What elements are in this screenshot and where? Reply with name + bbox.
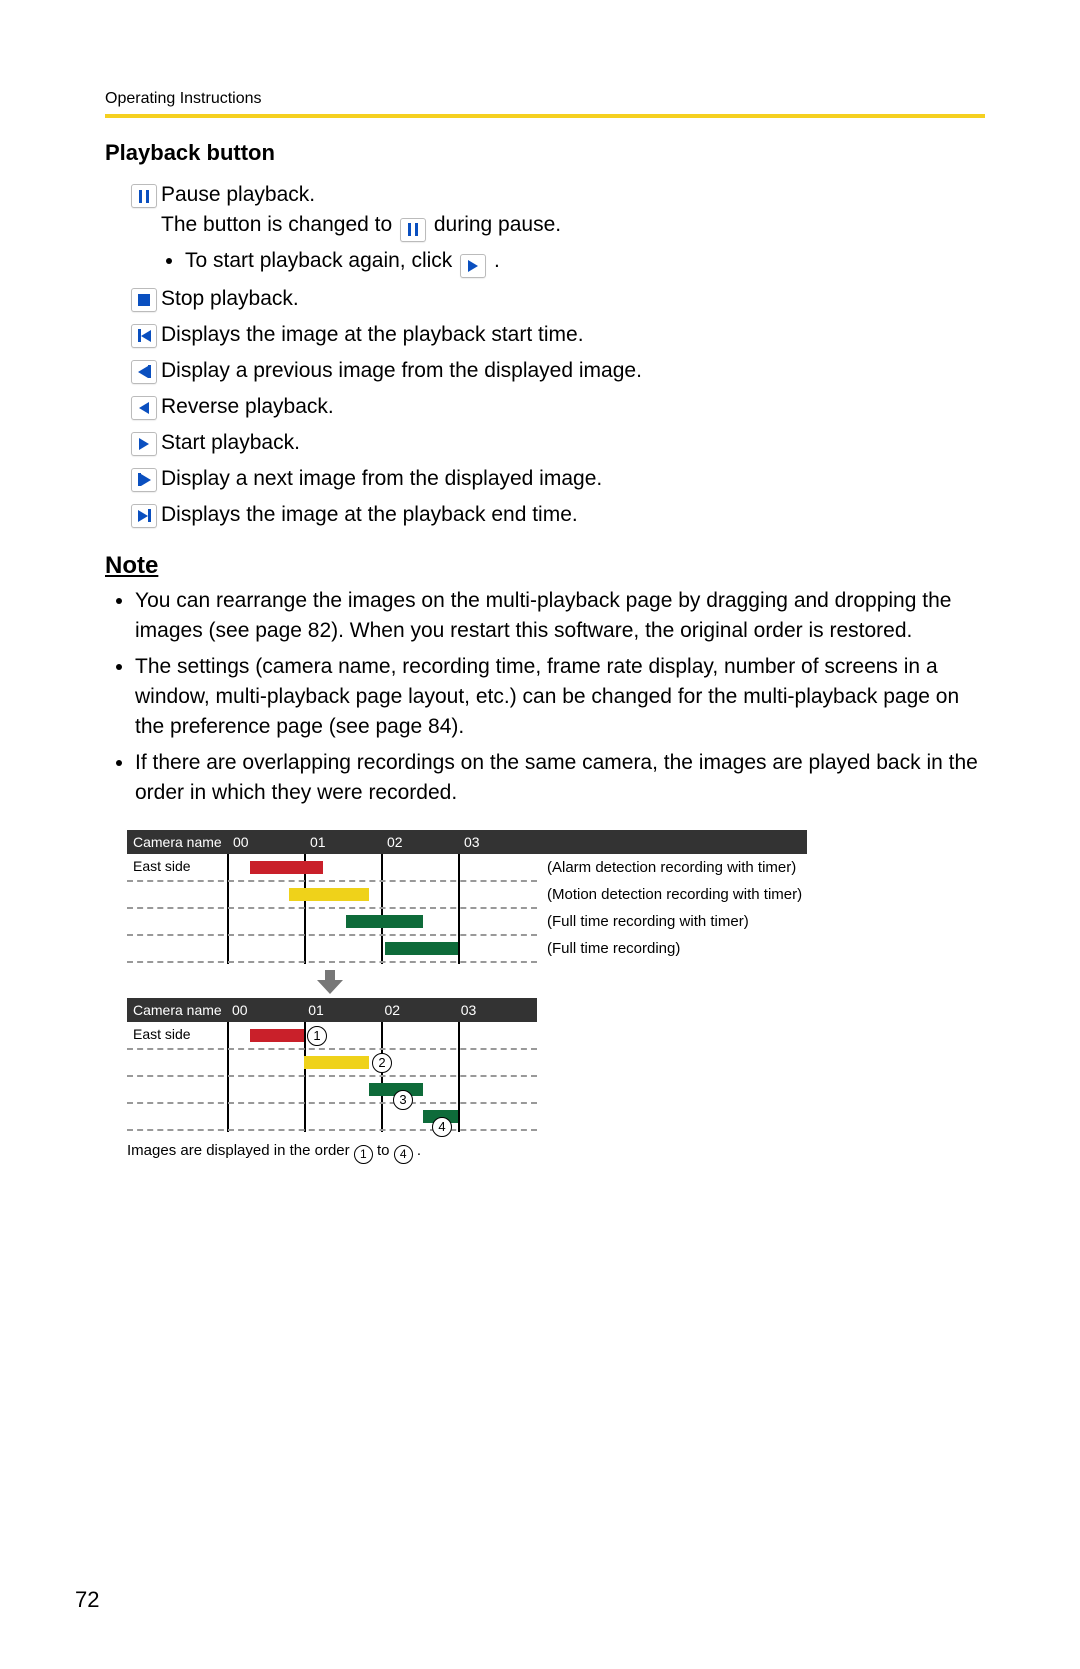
row-play: Start playback. xyxy=(127,428,985,458)
next-image-desc: Display a next image from the displayed … xyxy=(161,464,985,494)
row-skip-start: Displays the image at the playback start… xyxy=(127,320,985,350)
section-title: Playback button xyxy=(105,140,985,166)
reverse-play-icon xyxy=(127,392,161,420)
rec-step1 xyxy=(250,1029,304,1042)
pause-sub: To start playback again, click . xyxy=(185,246,985,278)
step-4: 4 xyxy=(432,1117,452,1137)
row-prev-image: Display a previous image from the displa… xyxy=(127,356,985,386)
hdr-02: 02 xyxy=(387,834,464,850)
play-desc: Start playback. xyxy=(161,428,985,458)
rec-full-timer xyxy=(346,915,423,928)
rec-alarm xyxy=(250,861,323,874)
stop-desc: Stop playback. xyxy=(161,284,985,314)
legend-3: (Full time recording) xyxy=(547,940,680,957)
rec-step2 xyxy=(304,1056,369,1069)
playback-button-list: Pause playback. The button is changed to… xyxy=(127,180,985,530)
step-1: 1 xyxy=(307,1026,327,1046)
next-image-icon xyxy=(127,464,161,492)
prev-image-desc: Display a previous image from the displa… xyxy=(161,356,985,386)
note-heading: Note xyxy=(105,552,985,580)
timeline-header-2: Camera name 00 01 02 03 xyxy=(127,998,537,1022)
camera-label: East side xyxy=(133,858,191,874)
legend-0: (Alarm detection recording with timer) xyxy=(547,859,796,876)
down-arrow-icon xyxy=(317,970,343,992)
prev-image-icon xyxy=(127,356,161,384)
timeline-lower: Camera name 00 01 02 03 East side 1 2 xyxy=(127,998,537,1132)
timeline-figure: Camera name 00 01 02 03 East side (Alarm… xyxy=(127,830,985,1164)
running-header: Operating Instructions xyxy=(105,90,985,118)
stop-icon xyxy=(127,284,161,312)
pause-icon-inline xyxy=(400,218,426,242)
pause-desc-2: The button is changed to during pause. xyxy=(161,210,985,242)
skip-start-desc: Displays the image at the playback start… xyxy=(161,320,985,350)
rec-motion xyxy=(289,888,369,901)
pause-desc-1: Pause playback. xyxy=(161,180,985,210)
timeline-upper: Camera name 00 01 02 03 East side (Alarm… xyxy=(127,830,807,964)
hdr-01: 01 xyxy=(310,834,387,850)
row-skip-end: Displays the image at the playback end t… xyxy=(127,500,985,530)
play-icon xyxy=(127,428,161,456)
row-reverse: Reverse playback. xyxy=(127,392,985,422)
play-icon-inline xyxy=(460,254,486,278)
timeline-caption: Images are displayed in the order 1 to 4… xyxy=(127,1142,985,1164)
row-next-image: Display a next image from the displayed … xyxy=(127,464,985,494)
skip-end-desc: Displays the image at the playback end t… xyxy=(161,500,985,530)
document-page: Operating Instructions Playback button P… xyxy=(0,0,1080,1164)
reverse-desc: Reverse playback. xyxy=(161,392,985,422)
step-2: 2 xyxy=(372,1053,392,1073)
legend-1: (Motion detection recording with timer) xyxy=(547,886,802,903)
hdr-00: 00 xyxy=(233,834,310,850)
timeline-body-lower: East side 1 2 3 4 xyxy=(127,1022,537,1132)
page-number: 72 xyxy=(75,1587,99,1613)
row-stop: Stop playback. xyxy=(127,284,985,314)
pause-icon xyxy=(127,180,161,208)
note-list: You can rearrange the images on the mult… xyxy=(135,586,985,808)
timeline-body-upper: East side (Alarm detection recording wit… xyxy=(127,854,807,964)
hdr-cam: Camera name xyxy=(127,834,233,850)
hdr-03: 03 xyxy=(464,834,541,850)
rec-full xyxy=(385,942,458,955)
skip-start-icon xyxy=(127,320,161,348)
note-item-2: The settings (camera name, recording tim… xyxy=(135,652,985,742)
note-item-1: You can rearrange the images on the mult… xyxy=(135,586,985,646)
note-item-3: If there are overlapping recordings on t… xyxy=(135,748,985,808)
skip-end-icon xyxy=(127,500,161,528)
legend-2: (Full time recording with timer) xyxy=(547,913,749,930)
row-pause: Pause playback. The button is changed to… xyxy=(127,180,985,278)
timeline-header: Camera name 00 01 02 03 xyxy=(127,830,807,854)
